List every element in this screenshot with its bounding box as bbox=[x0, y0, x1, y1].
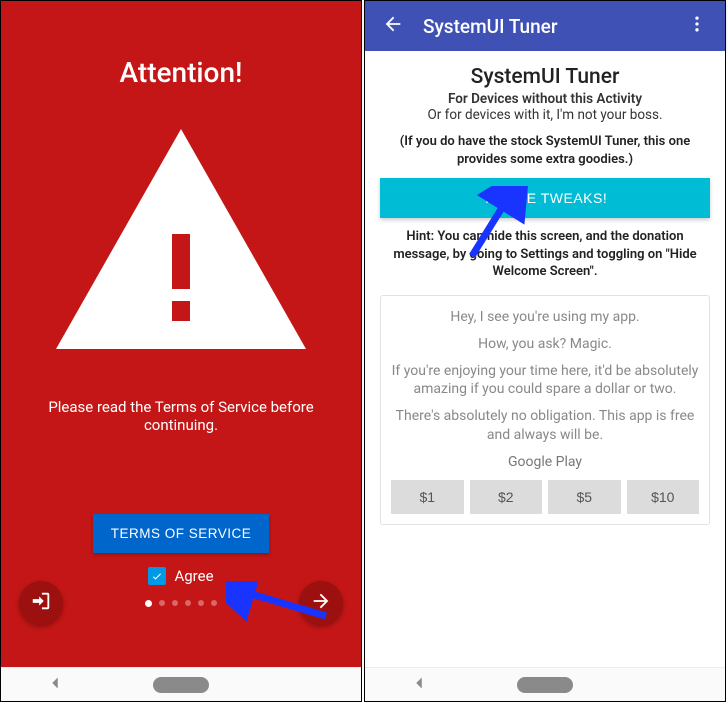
welcome-body: SystemUI Tuner For Devices without this … bbox=[365, 51, 725, 667]
arrow-forward-icon bbox=[310, 590, 332, 616]
nav-home-pill[interactable] bbox=[517, 677, 573, 693]
exit-icon bbox=[30, 590, 52, 616]
welcome-sub1: For Devices without this Activity bbox=[448, 91, 642, 107]
welcome-sub2: Or for devices with it, I'm not your bos… bbox=[427, 107, 662, 123]
welcome-heading: SystemUI Tuner bbox=[471, 65, 620, 89]
page-dot bbox=[211, 600, 217, 606]
donation-store: Google Play bbox=[391, 453, 699, 472]
warning-triangle-icon bbox=[56, 129, 306, 353]
nav-home-pill[interactable] bbox=[153, 677, 209, 693]
page-dot bbox=[185, 600, 191, 606]
donation-line: Hey, I see you're using my app. bbox=[391, 308, 699, 327]
nav-back-icon[interactable] bbox=[44, 672, 66, 698]
page-dot bbox=[145, 600, 152, 607]
donate-1-button[interactable]: $1 bbox=[391, 480, 464, 514]
welcome-disclaimer: (If you do have the stock SystemUI Tuner… bbox=[377, 133, 713, 168]
welcome-hint: Hint: You can hide this screen, and the … bbox=[377, 228, 713, 281]
appbar-back-button[interactable] bbox=[373, 6, 413, 46]
exit-button[interactable] bbox=[19, 581, 63, 625]
page-indicator bbox=[145, 600, 217, 607]
page-dot bbox=[172, 600, 178, 606]
appbar: SystemUI Tuner bbox=[365, 1, 725, 51]
next-button[interactable] bbox=[299, 581, 343, 625]
android-navbar bbox=[365, 667, 725, 701]
page-dot bbox=[198, 600, 204, 606]
appbar-title: SystemUI Tuner bbox=[413, 15, 677, 38]
welcome-screen: SystemUI Tuner SystemUI Tuner For Device… bbox=[364, 0, 726, 702]
page-dot bbox=[159, 600, 165, 606]
tos-message: Please read the Terms of Service before … bbox=[1, 398, 361, 434]
donation-line: If you're enjoying your time here, it'd … bbox=[391, 362, 699, 400]
arrow-back-icon bbox=[382, 13, 404, 39]
attention-body: Attention! Please read the Terms of Serv… bbox=[1, 1, 361, 667]
donate-10-button[interactable]: $10 bbox=[627, 480, 700, 514]
donate-5-button[interactable]: $5 bbox=[548, 480, 621, 514]
attention-screen: Attention! Please read the Terms of Serv… bbox=[0, 0, 362, 702]
donation-line: How, you ask? Magic. bbox=[391, 335, 699, 354]
attention-title: Attention! bbox=[120, 56, 243, 89]
onboarding-footer bbox=[1, 581, 361, 625]
appbar-overflow-button[interactable] bbox=[677, 6, 717, 46]
more-vert-icon bbox=[687, 14, 707, 38]
terms-of-service-button[interactable]: TERMS OF SERVICE bbox=[93, 514, 270, 553]
donation-card: Hey, I see you're using my app. How, you… bbox=[380, 295, 710, 525]
donate-2-button[interactable]: $2 bbox=[470, 480, 543, 514]
nav-back-icon[interactable] bbox=[408, 672, 430, 698]
android-navbar bbox=[1, 667, 361, 701]
donation-line: There's absolutely no obligation. This a… bbox=[391, 407, 699, 445]
to-the-tweaks-button[interactable]: TO THE TWEAKS! bbox=[380, 178, 710, 218]
donation-buttons: $1 $2 $5 $10 bbox=[391, 480, 699, 514]
